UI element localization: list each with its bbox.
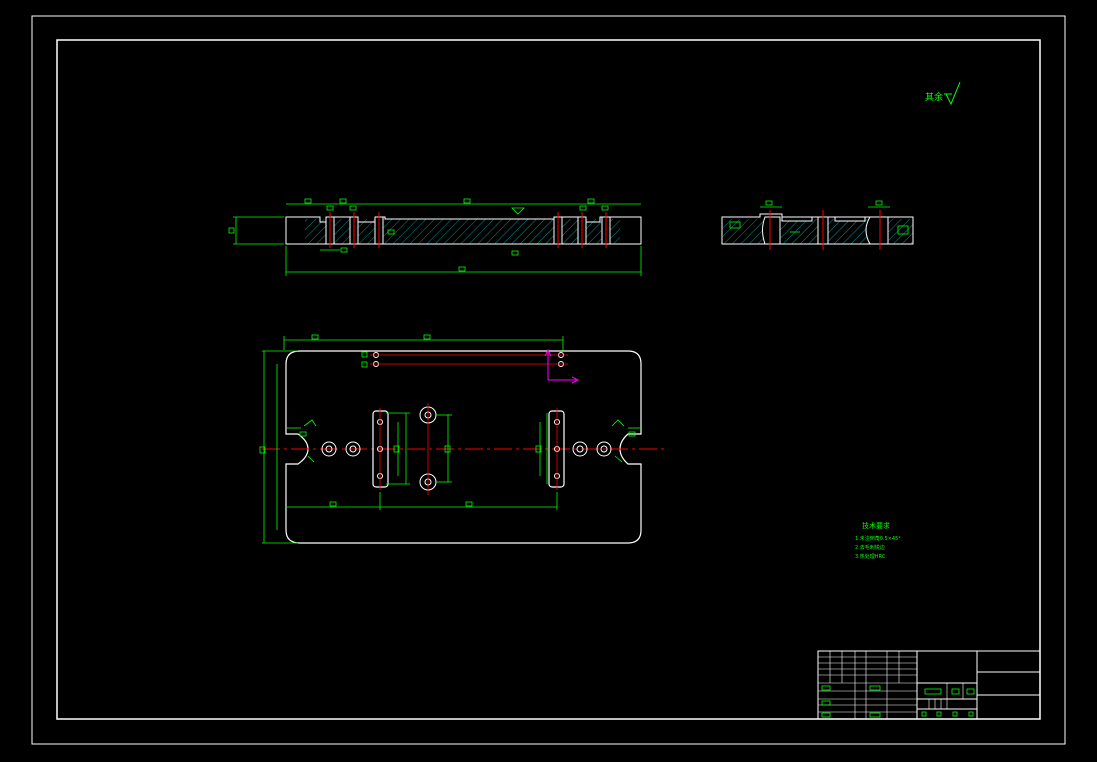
technical-requirements: 技术要求 1.未注倒角0.5×45° 2.去毛刺锐边 3.热处理HRC	[855, 521, 901, 560]
plate-outline	[285, 350, 642, 544]
roughness-symbol: 其余	[925, 81, 961, 106]
front-view	[228, 198, 642, 276]
cad-drawing: 其余 技术要求 1.未注倒角0.5×45° 2.去毛刺锐边 3.热处理HRC	[31, 15, 1066, 745]
title-block	[817, 650, 1041, 720]
tech-req-line-2: 2.去毛刺锐边	[855, 544, 885, 551]
tech-req-line-3: 3.热处理HRC	[855, 553, 886, 560]
roughness-check-icon	[944, 81, 961, 106]
tech-req-title: 技术要求	[862, 521, 890, 530]
top-view	[259, 334, 665, 544]
roughness-text: 其余	[925, 91, 943, 103]
tech-req-line-1: 1.未注倒角0.5×45°	[855, 535, 901, 542]
side-view	[721, 200, 914, 250]
